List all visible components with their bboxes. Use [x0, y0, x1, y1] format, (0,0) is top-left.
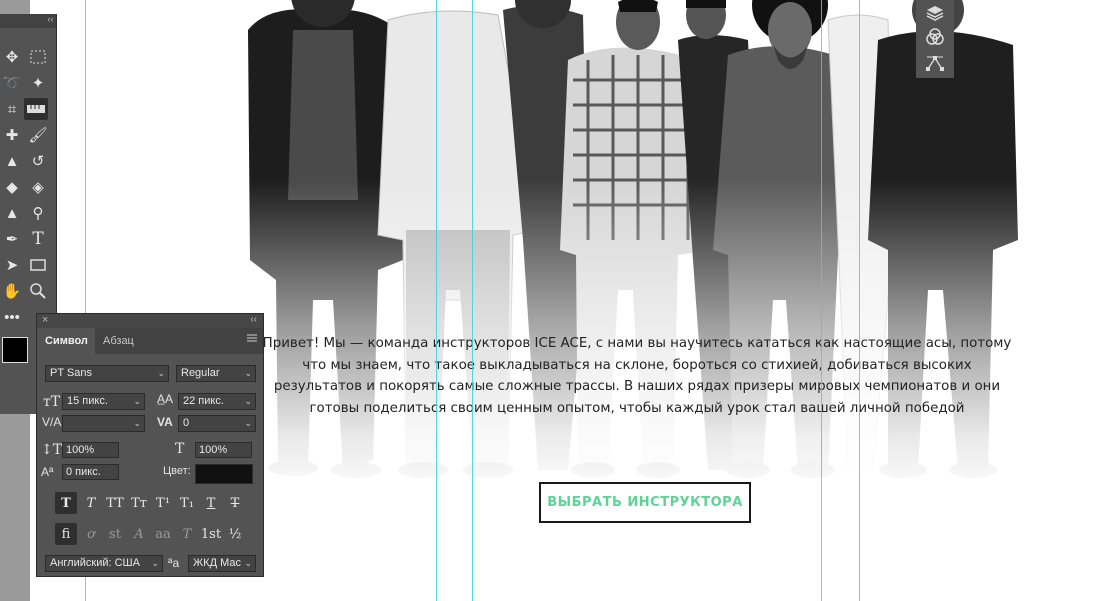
guide-line[interactable]: [859, 0, 860, 601]
vertical-scale-icon: ↕T: [41, 442, 63, 458]
stamp-icon[interactable]: ▲: [0, 150, 24, 172]
antialias-icon: ªa: [168, 556, 180, 570]
choose-instructor-button[interactable]: ВЫБРАТЬ ИНСТРУКТОРА: [539, 482, 751, 523]
color-label: Цвет:: [163, 465, 191, 477]
fractions-button[interactable]: ½: [224, 523, 246, 545]
blur-icon[interactable]: ▲: [0, 202, 24, 224]
superscript-button[interactable]: T¹: [152, 492, 174, 514]
leading-icon: A̲A: [157, 392, 174, 406]
panel-titlebar: × ‹‹: [37, 314, 263, 328]
chevron-down-icon: ⌄: [244, 368, 252, 378]
move-icon[interactable]: ✥: [0, 46, 24, 68]
kerning-field[interactable]: ⌄: [62, 415, 145, 432]
antialias-select[interactable]: ЖКД Мас ⌄: [188, 555, 256, 572]
tab-paragraph[interactable]: Абзац: [95, 328, 142, 354]
font-size-value: 15 пикс.: [67, 395, 108, 407]
font-style-value: Regular: [181, 367, 220, 379]
chevron-down-icon: ⌄: [244, 558, 252, 568]
brush-icon[interactable]: 🖌: [26, 124, 50, 146]
font-family-value: PT Sans: [50, 367, 92, 379]
tracking-field[interactable]: 0 ⌄: [178, 415, 256, 432]
subscript-button[interactable]: T₁: [176, 492, 198, 514]
baseline-shift-icon: Aª: [41, 465, 54, 479]
font-size-icon: ᴛT: [43, 394, 61, 410]
dodge-icon[interactable]: ⚲: [26, 202, 50, 224]
channels-icon[interactable]: [923, 26, 947, 48]
guide-line[interactable]: [436, 0, 437, 601]
foreground-color-swatch[interactable]: [2, 337, 28, 363]
chevron-down-icon: ⌄: [157, 368, 165, 378]
tools-collapse-button[interactable]: ‹‹: [0, 14, 56, 28]
faux-bold-button[interactable]: T: [55, 492, 77, 514]
chevron-down-icon: ⌄: [133, 396, 141, 406]
layers-icon[interactable]: [923, 2, 947, 24]
collapse-glyph: ‹‹: [47, 14, 54, 24]
eraser-icon[interactable]: ◆: [0, 176, 24, 198]
ordinals-button[interactable]: 1st: [200, 523, 222, 545]
lasso-icon[interactable]: ➰: [0, 72, 24, 94]
horizontal-scale-field[interactable]: 100%: [195, 442, 252, 458]
guide-line[interactable]: [472, 0, 473, 601]
pen-icon[interactable]: ✒: [0, 228, 24, 250]
st-ligature-button[interactable]: st: [104, 523, 126, 545]
chevron-down-icon: ⌄: [244, 396, 252, 406]
marquee-icon[interactable]: [26, 46, 50, 68]
underline-button[interactable]: T: [200, 492, 222, 514]
healing-icon[interactable]: ✚: [0, 124, 24, 146]
swash-button[interactable]: A: [128, 523, 150, 545]
crop-icon[interactable]: ⌗: [0, 98, 24, 120]
leading-field[interactable]: 22 пикс. ⌄: [178, 393, 256, 410]
character-panel: × ‹‹ Символ Абзац PT Sans ⌄ Regular ⌄ ᴛT 1…: [36, 313, 264, 577]
tracking-value: 0: [183, 417, 190, 429]
vertical-scale-field[interactable]: 100%: [62, 442, 119, 458]
panel-menu-icon[interactable]: [247, 334, 257, 342]
tab-character[interactable]: Символ: [37, 328, 96, 354]
strikethrough-button[interactable]: T: [224, 492, 246, 514]
all-caps-button[interactable]: TT: [104, 492, 126, 514]
leading-value: 22 пикс.: [183, 395, 224, 407]
faux-italic-button[interactable]: T: [80, 492, 102, 514]
horizontal-scale-icon: T: [175, 441, 185, 457]
team-photo: [238, 0, 1028, 500]
close-icon[interactable]: ×: [42, 314, 48, 326]
hand-icon[interactable]: ✋: [0, 280, 24, 302]
small-caps-button[interactable]: Tт: [128, 492, 150, 514]
paths-icon[interactable]: [923, 52, 947, 74]
font-family-select[interactable]: PT Sans ⌄: [45, 365, 169, 382]
language-select[interactable]: Английский: США ⌄: [45, 555, 163, 572]
rectangle-icon[interactable]: [26, 254, 50, 276]
guide-line[interactable]: [821, 0, 822, 601]
ruler-icon[interactable]: [24, 98, 48, 120]
intro-text: Привет! Мы — команда инструкторов ICE AC…: [262, 336, 1012, 416]
tracking-icon: VA: [157, 415, 173, 429]
paint-bucket-icon[interactable]: ◈: [26, 176, 50, 198]
path-select-icon[interactable]: ➤: [0, 254, 24, 276]
zoom-icon[interactable]: [26, 280, 50, 302]
titling-alternates-button[interactable]: T: [176, 523, 198, 545]
collapse-icon[interactable]: ‹‹: [250, 314, 257, 325]
text-color-swatch[interactable]: [195, 464, 253, 484]
ligatures-button[interactable]: fi: [55, 523, 77, 545]
chevron-down-icon: ⌄: [133, 418, 141, 428]
font-size-field[interactable]: 15 пикс. ⌄: [62, 393, 145, 410]
discretionary-ligatures-button[interactable]: ơ: [80, 523, 102, 545]
stylistic-alternates-button[interactable]: aa: [152, 523, 174, 545]
kerning-icon: V/A: [42, 415, 62, 429]
type-icon[interactable]: T: [26, 228, 50, 250]
font-style-select[interactable]: Regular ⌄: [176, 365, 256, 382]
chevron-down-icon: ⌄: [244, 418, 252, 428]
more-icon[interactable]: •••: [0, 306, 24, 328]
magic-wand-icon[interactable]: ✦: [26, 72, 50, 94]
history-brush-icon[interactable]: ↺: [26, 150, 50, 172]
language-value: Английский: США: [50, 557, 140, 569]
baseline-shift-field[interactable]: 0 пикс.: [62, 464, 119, 480]
chevron-down-icon: ⌄: [151, 558, 159, 568]
layers-mini-panel: [916, 0, 954, 78]
antialias-value: ЖКД Мас: [193, 557, 241, 569]
